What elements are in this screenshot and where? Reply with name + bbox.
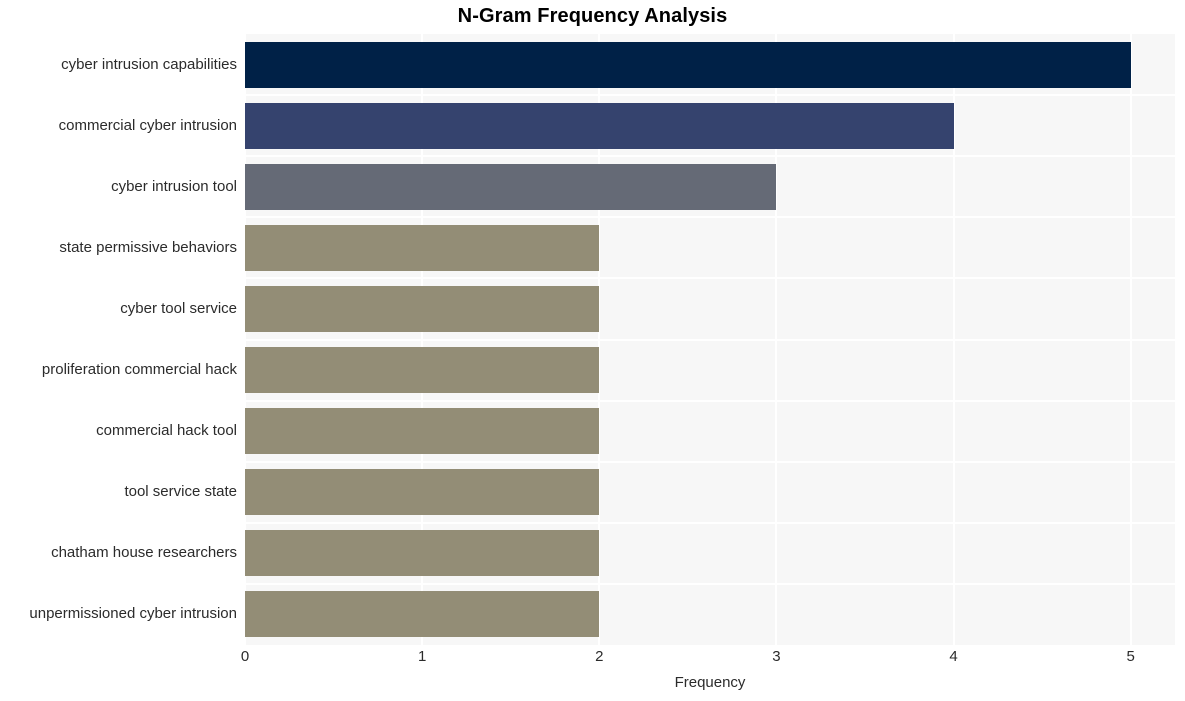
x-tick-label: 2 — [595, 648, 604, 665]
y-tick-label: unpermissioned cyber intrusion — [29, 605, 237, 623]
chart-title: N-Gram Frequency Analysis — [457, 5, 728, 27]
y-tick-label: state permissive behaviors — [59, 238, 237, 256]
y-tick-label: proliferation commercial hack — [41, 361, 237, 379]
x-tick-label: 1 — [417, 648, 427, 665]
y-tick-label: chatham house researchers — [51, 544, 237, 562]
y-tick-label: cyber intrusion capabilities — [61, 55, 237, 73]
bar-9[interactable] — [245, 591, 600, 638]
y-axis-tick-labels: cyber intrusion capabilities commercial c… — [0, 34, 237, 645]
plot-area — [244, 34, 1175, 645]
x-axis-tick-labels: 0 1 2 3 4 5 — [241, 648, 1175, 670]
bar-5[interactable] — [245, 347, 600, 394]
x-tick-label: 5 — [1126, 648, 1135, 665]
y-tick-label: commercial cyber intrusion — [58, 116, 237, 134]
y-tick-label: cyber intrusion tool — [111, 177, 237, 195]
bar-1[interactable] — [245, 102, 954, 149]
bar-3[interactable] — [245, 224, 600, 271]
ngram-frequency-chart: N-Gram Frequency Analysis cyber intrusio… — [0, 0, 1185, 701]
bar-8[interactable] — [245, 530, 600, 577]
y-tick-label: commercial hack tool — [96, 422, 237, 440]
bar-4[interactable] — [245, 285, 600, 332]
x-tick-label: 0 — [240, 648, 250, 665]
y-tick-label: cyber tool service — [120, 299, 237, 317]
bar-6[interactable] — [245, 408, 600, 455]
y-tick-label: tool service state — [124, 483, 237, 501]
x-axis-title: Frequency — [674, 674, 746, 691]
x-tick-label: 3 — [772, 648, 781, 665]
x-tick-label: 4 — [949, 648, 958, 665]
bar-0[interactable] — [245, 41, 1131, 88]
bars-layer — [245, 34, 1175, 645]
bar-2[interactable] — [245, 163, 777, 210]
bar-7[interactable] — [245, 469, 600, 516]
